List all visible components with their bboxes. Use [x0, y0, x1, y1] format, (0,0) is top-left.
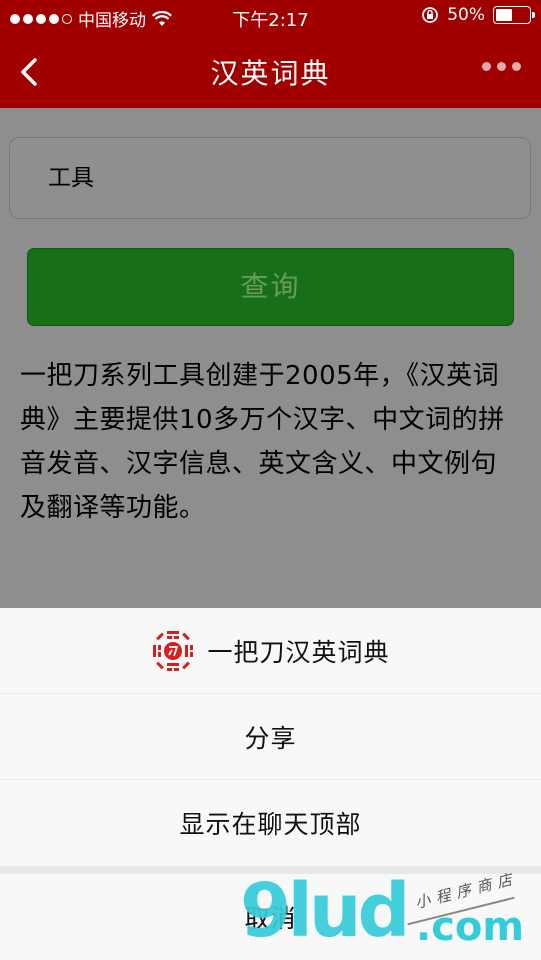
battery-level	[496, 9, 512, 21]
more-button[interactable]	[482, 62, 521, 71]
search-input[interactable]: 工具	[9, 137, 531, 219]
page-title: 汉英词典	[210, 57, 331, 90]
bagua-logo-icon	[153, 630, 194, 671]
rotation-lock-icon	[422, 7, 439, 23]
action-sheet: 一把刀汉英词典 分享 显示在聊天顶部 取消	[0, 608, 541, 960]
cancel-button[interactable]: 取消	[0, 874, 541, 960]
status-right: 50%	[421, 5, 535, 25]
more-dots-icon	[482, 62, 491, 71]
header: 中国移动 下午2:17 50% 汉英词典	[0, 0, 541, 108]
intro-text: 一把刀系列工具创建于2005年，《汉英词典》主要提供10多万个汉字、中文词的拼音…	[20, 361, 505, 523]
battery-icon	[493, 6, 535, 24]
share-button[interactable]: 分享	[0, 694, 541, 779]
brand-label: 一把刀汉英词典	[207, 637, 390, 667]
nav-bar: 汉英词典	[0, 34, 541, 108]
sheet-item-brand[interactable]: 一把刀汉英词典	[0, 608, 541, 693]
status-bar: 中国移动 下午2:17 50%	[0, 0, 541, 34]
query-button[interactable]: 查询	[27, 248, 514, 326]
battery-percent: 50%	[447, 5, 485, 25]
pin-to-chat-top-button[interactable]: 显示在聊天顶部	[0, 780, 541, 866]
